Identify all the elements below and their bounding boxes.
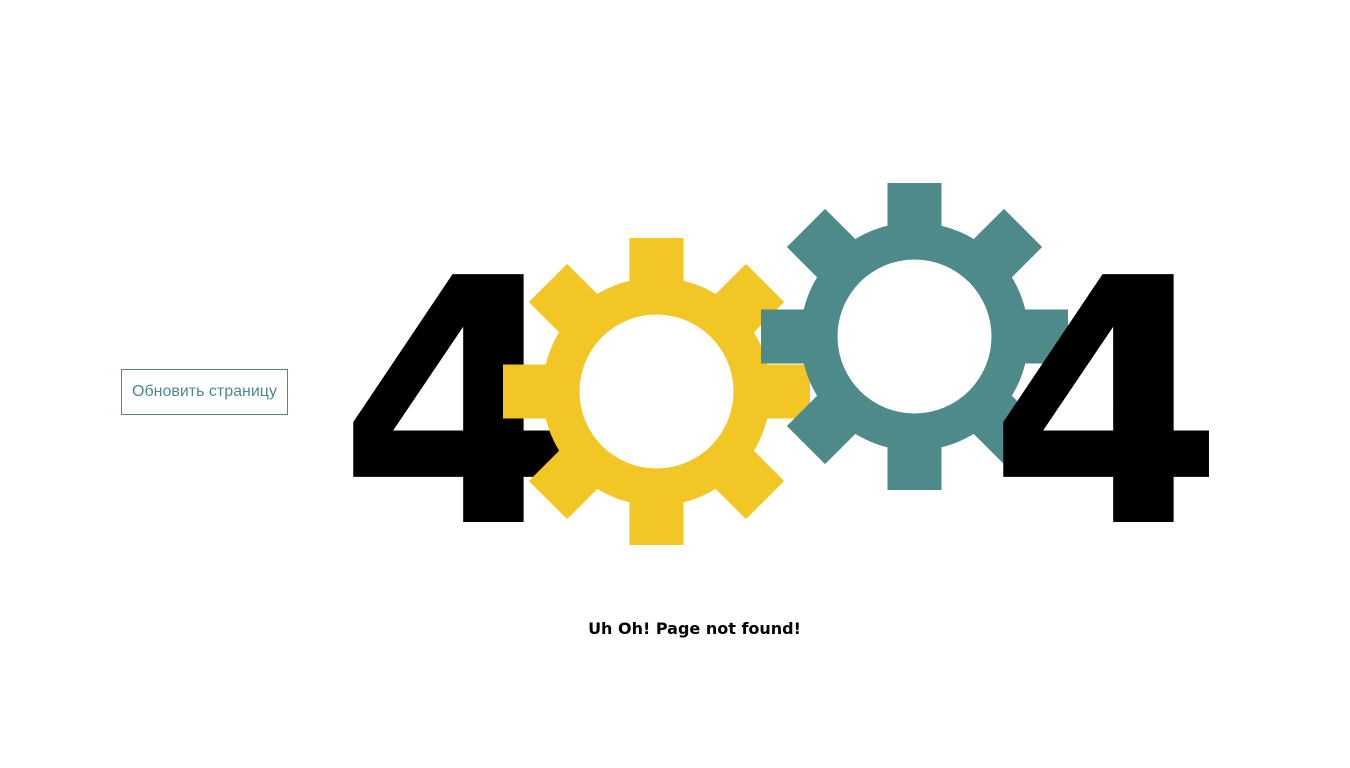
refresh-page-button[interactable]: Обновить страницу	[121, 369, 288, 415]
error-message: Uh Oh! Page not found!	[588, 619, 801, 638]
not-found-page: Обновить страницу 4 4 Uh Oh! Page not fo…	[0, 0, 1350, 768]
error-digit-right: 4	[988, 207, 1225, 603]
